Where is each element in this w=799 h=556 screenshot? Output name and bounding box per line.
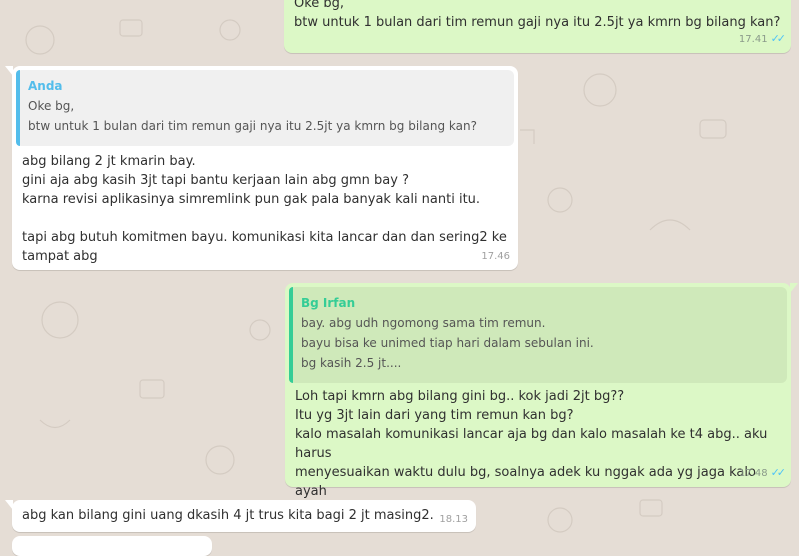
message-line: menyesuaikan waktu dulu bg, soalnya adek… <box>295 465 761 499</box>
message-text: btw untuk 1 bulan dari tim remun gaji ny… <box>294 15 781 30</box>
quoted-message[interactable]: Anda Oke bg, btw untuk 1 bulan dari tim … <box>16 70 514 146</box>
message-line: tapi abg butuh komitmen bayu. komunikasi… <box>22 230 507 245</box>
timestamp: 17.41 <box>738 34 768 45</box>
message-line: Itu yg 3jt lain dari yang tim remun kan … <box>295 408 574 423</box>
timestamp: 18.13 <box>439 514 468 525</box>
message-incoming-partial[interactable] <box>12 536 212 556</box>
message-line: karna revisi aplikasinya simremlink pun … <box>22 192 481 207</box>
bubble-tail <box>5 500 13 510</box>
message-line: abg bilang 2 jt kmarin bay. <box>22 154 196 169</box>
bubble-tail <box>790 283 798 293</box>
message-line: kalo masalah komunikasi lancar aja bg da… <box>295 427 772 461</box>
quote-author: Anda <box>28 79 63 93</box>
message-incoming-2[interactable]: abg kan bilang gini uang dkasih 4 jt tru… <box>5 500 476 532</box>
timestamp: 17.46 <box>481 251 510 262</box>
bubble-tail <box>5 66 13 76</box>
message-line: tampat abg <box>22 249 98 264</box>
read-receipt-icon: ✓✓ <box>770 466 787 479</box>
read-receipt-icon: ✓✓ <box>770 32 787 45</box>
message-time: 17.46 <box>481 247 510 266</box>
message-line: gini aja abg kasih 3jt tapi bantu kerjaa… <box>22 173 409 188</box>
message-outgoing-1[interactable]: Oke bg, btw untuk 1 bulan dari tim remun… <box>284 0 791 53</box>
quote-line: btw untuk 1 bulan dari tim remun gaji ny… <box>28 119 477 133</box>
quote-line: bg kasih 2.5 jt.... <box>301 356 402 370</box>
quote-line: bayu bisa ke unimed tiap hari dalam sebu… <box>301 336 594 350</box>
message-time: 17.48 ✓✓ <box>738 463 787 483</box>
quote-line: Oke bg, <box>28 99 75 113</box>
message-line <box>22 209 508 228</box>
message-line: Loh tapi kmrn abg bilang gini bg.. kok j… <box>295 389 625 404</box>
quoted-message[interactable]: Bg Irfan bay. abg udh ngomong sama tim r… <box>289 287 787 383</box>
quote-line: bay. abg udh ngomong sama tim remun. <box>301 316 546 330</box>
message-outgoing-2[interactable]: Bg Irfan bay. abg udh ngomong sama tim r… <box>285 283 798 518</box>
message-incoming-1[interactable]: Anda Oke bg, btw untuk 1 bulan dari tim … <box>5 66 518 270</box>
message-partial-line: Oke bg, <box>294 0 345 11</box>
timestamp: 17.48 <box>738 468 768 479</box>
quote-author: Bg Irfan <box>301 296 356 310</box>
message-time: 18.13 <box>439 510 468 529</box>
message-time: 17.41 ✓✓ <box>738 29 787 49</box>
message-text: abg kan bilang gini uang dkasih 4 jt tru… <box>22 508 434 523</box>
